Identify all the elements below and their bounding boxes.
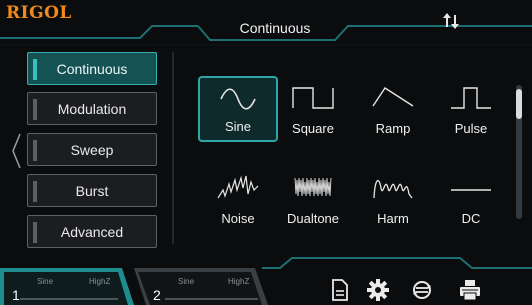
waveform-label: Harm (377, 211, 409, 226)
item-indicator (33, 222, 37, 243)
sidebar-item-label: Modulation (57, 100, 127, 117)
waveform-sine[interactable]: Sine (198, 76, 278, 142)
sidebar-item-label: Continuous (56, 60, 128, 77)
rigol-logo: RIGOL (6, 3, 72, 23)
gear-icon[interactable] (366, 278, 390, 302)
waveform-harm[interactable]: Harm (353, 166, 433, 232)
waveform-label: Square (292, 121, 334, 136)
waveform-dc[interactable]: DC (431, 166, 511, 232)
square-wave-icon (292, 87, 334, 109)
bottom-bar-frame (0, 257, 532, 305)
remote-sync-icon[interactable] (440, 12, 462, 30)
sidebar-item-continuous[interactable]: Continuous (27, 52, 157, 85)
waveform-square[interactable]: Square (273, 76, 353, 142)
scrollbar-thumb[interactable] (516, 89, 522, 119)
dualtone-wave-icon (294, 177, 332, 197)
channel-impedance: HighZ (228, 277, 250, 286)
waveform-scrollbar[interactable] (516, 85, 522, 219)
sidebar-item-label: Sweep (70, 141, 114, 158)
sidebar-item-modulation[interactable]: Modulation (27, 92, 157, 125)
function-generator-screen: RIGOL Continuous Continuous Modulation S… (0, 0, 532, 305)
waveform-noise[interactable]: Noise (198, 166, 278, 232)
document-icon[interactable] (327, 278, 351, 302)
harmonic-wave-icon (373, 179, 413, 199)
chevron-left-icon[interactable] (10, 132, 22, 170)
waveform-label: Sine (224, 119, 252, 134)
channel-waveform: Sine (37, 277, 54, 286)
waveform-label: Pulse (454, 121, 488, 136)
sidebar-item-burst[interactable]: Burst (27, 174, 157, 207)
item-indicator (33, 181, 37, 202)
page-title: Continuous (239, 20, 311, 36)
waveform-label: Dualtone (286, 211, 340, 226)
sync-icon[interactable] (410, 278, 434, 302)
printer-icon[interactable] (458, 278, 482, 302)
waveform-label: DC (461, 211, 481, 226)
waveform-grid: Sine Square Ramp Pulse Noise Dualtone Ha… (181, 55, 511, 245)
waveform-label: Noise (221, 211, 255, 226)
waveform-pulse[interactable]: Pulse (431, 76, 511, 142)
ramp-wave-icon (372, 87, 414, 107)
item-indicator (33, 140, 37, 161)
waveform-dualtone[interactable]: Dualtone (273, 166, 353, 232)
pulse-wave-icon (451, 87, 491, 109)
sidebar-item-label: Advanced (60, 223, 124, 240)
sine-wave-icon (220, 88, 256, 110)
panel-divider (172, 52, 174, 244)
noise-wave-icon (217, 175, 259, 199)
sidebar-item-label: Burst (75, 182, 109, 199)
channel-number: 2 (153, 287, 161, 303)
sidebar-item-sweep[interactable]: Sweep (27, 133, 157, 166)
sidebar-item-advanced[interactable]: Advanced (27, 215, 157, 248)
dc-wave-icon (451, 189, 491, 191)
item-indicator (33, 99, 37, 120)
waveform-ramp[interactable]: Ramp (353, 76, 433, 142)
item-indicator (33, 59, 37, 80)
channel-number: 1 (12, 287, 20, 303)
channel-impedance: HighZ (89, 277, 111, 286)
channel-waveform: Sine (178, 277, 195, 286)
waveform-label: Ramp (375, 121, 411, 136)
